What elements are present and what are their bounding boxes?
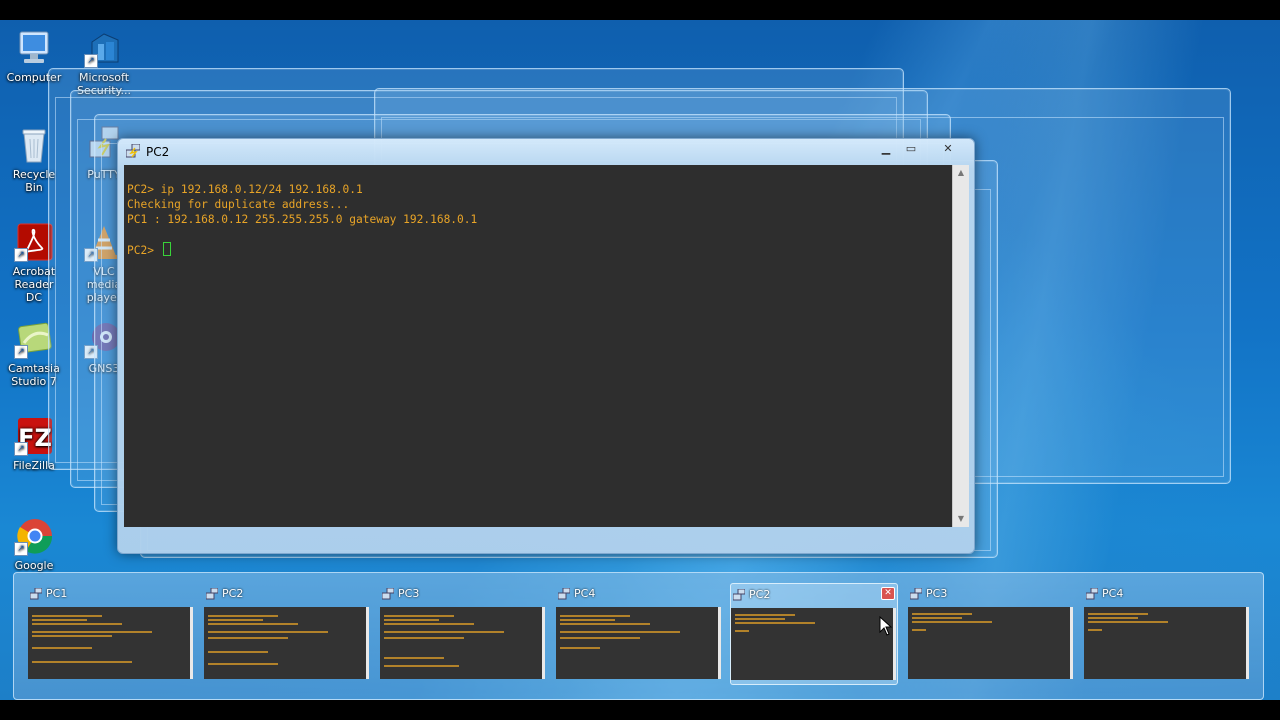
bottom-letterbox — [0, 700, 1280, 720]
terminal-line: PC2> ip 192.168.0.12/24 192.168.0.1 — [127, 183, 363, 196]
scroll-up-icon[interactable]: ▲ — [953, 165, 969, 181]
computer-icon — [14, 28, 54, 68]
close-icon[interactable]: ✕ — [881, 587, 895, 600]
thumbnail-preview — [731, 608, 896, 680]
putty-icon — [910, 588, 922, 600]
thumbnail-preview — [1084, 607, 1249, 679]
thumbnail-title: PC4 — [1102, 587, 1124, 600]
putty-icon — [206, 588, 218, 600]
switcher-thumbnail[interactable]: PC4 — [556, 583, 722, 683]
putty-icon — [733, 589, 745, 601]
shortcut-arrow-icon: ↗ — [14, 442, 28, 456]
thumbnail-preview — [204, 607, 369, 679]
switcher-thumbnail[interactable]: PC3 — [380, 583, 546, 683]
thumbnail-title: PC4 — [574, 587, 596, 600]
putty-icon — [382, 588, 394, 600]
shortcut-arrow-icon: ↗ — [14, 542, 28, 556]
thumbnail-preview — [908, 607, 1073, 679]
thumbnail-title: PC1 — [46, 587, 68, 600]
switcher-thumbnail[interactable]: PC1 — [28, 583, 194, 683]
putty-icon — [558, 588, 570, 600]
text-cursor — [162, 242, 171, 256]
putty-icon — [1086, 588, 1098, 600]
thumbnail-preview — [380, 607, 545, 679]
shortcut-arrow-icon: ↗ — [14, 345, 28, 359]
minimize-button[interactable]: ▁ — [874, 141, 898, 157]
desktop-icon-chrome[interactable]: ↗ Google — [6, 516, 62, 572]
scroll-down-icon[interactable]: ▼ — [953, 511, 969, 527]
putty-icon — [126, 144, 140, 158]
window-switcher[interactable]: PC1 PC2 PC3 PC4 PC2 ✕ PC3 PC4 — [13, 572, 1264, 700]
thumbnail-preview — [556, 607, 721, 679]
thumbnail-title: PC3 — [926, 587, 948, 600]
maximize-button[interactable]: ▭ — [899, 141, 923, 157]
terminal-line: PC1 : 192.168.0.12 255.255.255.0 gateway… — [127, 213, 478, 226]
desktop-icon-label: Google — [14, 559, 54, 572]
top-letterbox — [0, 0, 1280, 20]
putty-icon — [30, 588, 42, 600]
shortcut-arrow-icon: ↗ — [84, 54, 98, 68]
window-titlebar[interactable]: PC2 ▁ ▭ ✕ — [118, 139, 974, 165]
switcher-thumbnail[interactable]: PC4 — [1084, 583, 1250, 683]
switcher-thumbnail[interactable]: PC2 — [204, 583, 370, 683]
mouse-pointer-icon — [879, 616, 893, 636]
switcher-thumbnail[interactable]: PC3 — [908, 583, 1074, 683]
close-button[interactable]: ✕ — [934, 141, 962, 157]
terminal-output[interactable]: PC2> ip 192.168.0.12/24 192.168.0.1 Chec… — [124, 165, 952, 527]
thumbnail-preview — [28, 607, 193, 679]
vertical-scrollbar[interactable]: ▲ ▼ — [952, 165, 969, 527]
desktop[interactable]: Computer Recycle Bin ↗ Acrobat Reader DC… — [0, 20, 1280, 700]
chrome-icon: ↗ — [14, 516, 54, 556]
terminal-prompt: PC2> — [127, 244, 161, 257]
terminal-window[interactable]: PC2 ▁ ▭ ✕ PC2> ip 192.168.0.12/24 192.16… — [117, 138, 975, 554]
shield-icon: ↗ — [84, 28, 124, 68]
window-title: PC2 — [146, 145, 170, 159]
thumbnail-title: PC2 — [749, 588, 771, 601]
thumbnail-title: PC3 — [398, 587, 420, 600]
shortcut-arrow-icon: ↗ — [14, 248, 28, 262]
terminal-line: Checking for duplicate address... — [127, 198, 350, 211]
thumbnail-title: PC2 — [222, 587, 244, 600]
switcher-thumbnail-selected[interactable]: PC2 ✕ — [730, 583, 898, 685]
